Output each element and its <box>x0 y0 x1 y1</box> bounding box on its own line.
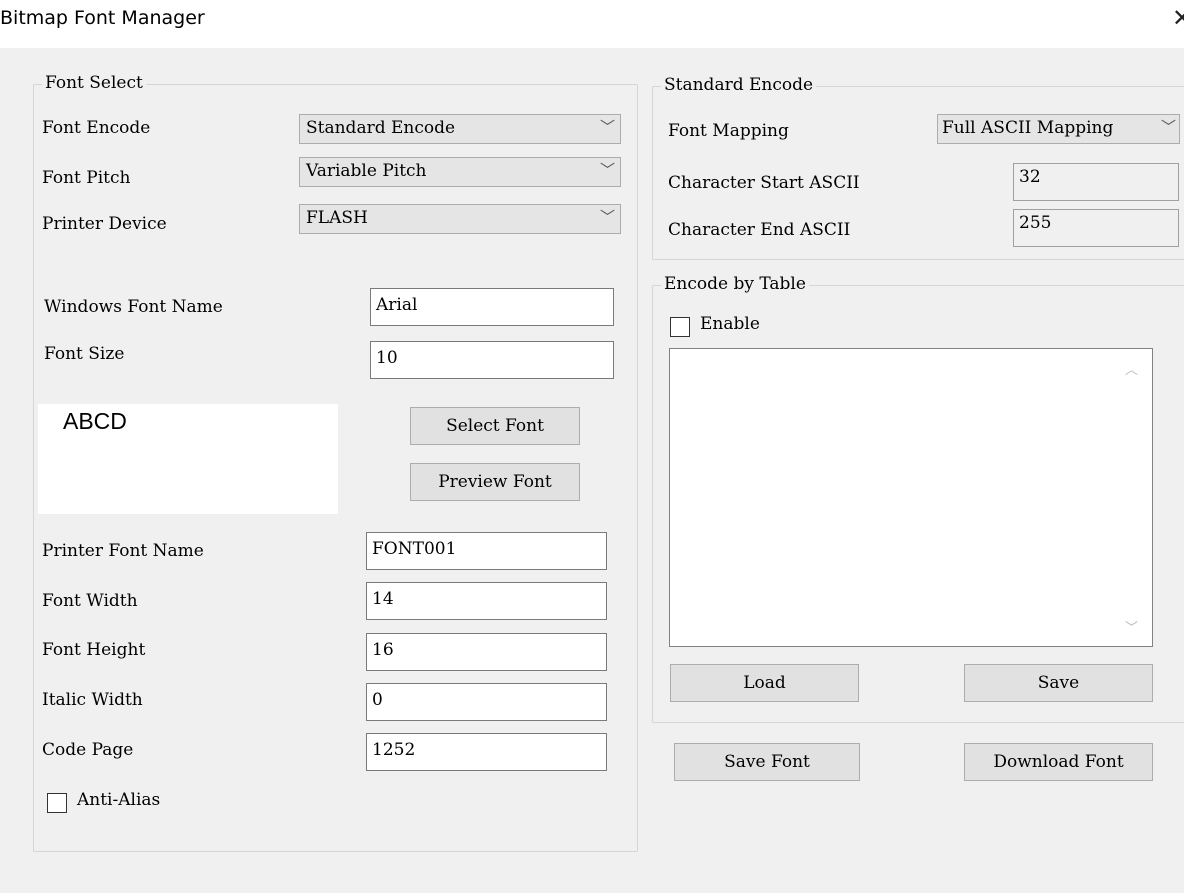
code-page-value: 1252 <box>372 740 416 760</box>
font-height-label: Font Height <box>42 640 146 660</box>
printer-font-name-label: Printer Font Name <box>42 541 204 561</box>
font-select-legend: Font Select <box>42 73 146 93</box>
font-width-field[interactable]: 14 <box>366 582 607 620</box>
window-title: Bitmap Font Manager <box>0 7 205 29</box>
enable-checkbox[interactable] <box>670 317 690 337</box>
font-pitch-select[interactable]: Variable Pitch ﹀ <box>299 157 621 187</box>
font-encode-value: Standard Encode <box>306 118 456 138</box>
anti-alias-label: Anti-Alias <box>77 790 161 810</box>
download-font-button[interactable]: Download Font <box>964 743 1153 781</box>
printer-device-value: FLASH <box>306 208 368 228</box>
chevron-down-icon: ﹀ <box>1160 118 1176 136</box>
font-pitch-label: Font Pitch <box>42 168 131 188</box>
scroll-up-icon[interactable]: ︿ <box>1125 359 1138 378</box>
code-page-field[interactable]: 1252 <box>366 733 607 771</box>
font-height-field[interactable]: 16 <box>366 633 607 671</box>
printer-font-name-field[interactable]: FONT001 <box>366 532 607 570</box>
windows-font-name-label: Windows Font Name <box>44 297 223 317</box>
italic-width-label: Italic Width <box>42 690 143 710</box>
char-start-label: Character Start ASCII <box>668 173 860 193</box>
printer-device-select[interactable]: FLASH ﹀ <box>299 204 621 234</box>
italic-width-field[interactable]: 0 <box>366 683 607 721</box>
char-end-value: 255 <box>1019 213 1052 233</box>
font-width-value: 14 <box>372 589 394 609</box>
enable-label: Enable <box>700 314 760 334</box>
save-table-button[interactable]: Save <box>964 664 1153 702</box>
chevron-down-icon: ﹀ <box>599 161 615 179</box>
font-size-field[interactable]: 10 <box>370 341 614 379</box>
font-preview: ABCD <box>38 404 338 514</box>
standard-encode-legend: Standard Encode <box>661 75 817 95</box>
font-mapping-value: Full ASCII Mapping <box>942 118 1114 138</box>
printer-font-name-value: FONT001 <box>372 539 457 559</box>
preview-text: ABCD <box>63 408 127 434</box>
save-font-button[interactable]: Save Font <box>674 743 860 781</box>
scroll-down-icon[interactable]: ﹀ <box>1125 617 1138 636</box>
printer-device-label: Printer Device <box>42 214 167 234</box>
windows-font-name-value: Arial <box>376 295 418 315</box>
font-mapping-label: Font Mapping <box>668 121 789 141</box>
font-encode-label: Font Encode <box>42 118 151 138</box>
font-size-label: Font Size <box>44 344 125 364</box>
encode-by-table-legend: Encode by Table <box>661 274 809 294</box>
windows-font-name-field[interactable]: Arial <box>370 288 614 326</box>
anti-alias-checkbox[interactable] <box>47 793 67 813</box>
font-mapping-select[interactable]: Full ASCII Mapping ﹀ <box>937 114 1180 144</box>
char-start-value: 32 <box>1019 167 1041 187</box>
font-pitch-value: Variable Pitch <box>306 161 427 181</box>
encode-table-list[interactable]: ︿ ﹀ <box>669 348 1153 647</box>
font-width-label: Font Width <box>42 591 138 611</box>
close-icon[interactable]: ✕ <box>1172 4 1184 32</box>
font-size-value: 10 <box>376 348 398 368</box>
char-start-field[interactable]: 32 <box>1013 163 1179 201</box>
font-encode-select[interactable]: Standard Encode ﹀ <box>299 114 621 144</box>
preview-font-button[interactable]: Preview Font <box>410 463 580 501</box>
italic-width-value: 0 <box>372 690 383 710</box>
select-font-button[interactable]: Select Font <box>410 407 580 445</box>
title-bar: Bitmap Font Manager ✕ <box>0 0 1184 48</box>
code-page-label: Code Page <box>42 740 134 760</box>
chevron-down-icon: ﹀ <box>599 208 615 226</box>
char-end-label: Character End ASCII <box>668 220 851 240</box>
chevron-down-icon: ﹀ <box>599 118 615 136</box>
load-button[interactable]: Load <box>670 664 859 702</box>
font-height-value: 16 <box>372 640 394 660</box>
char-end-field[interactable]: 255 <box>1013 209 1179 247</box>
